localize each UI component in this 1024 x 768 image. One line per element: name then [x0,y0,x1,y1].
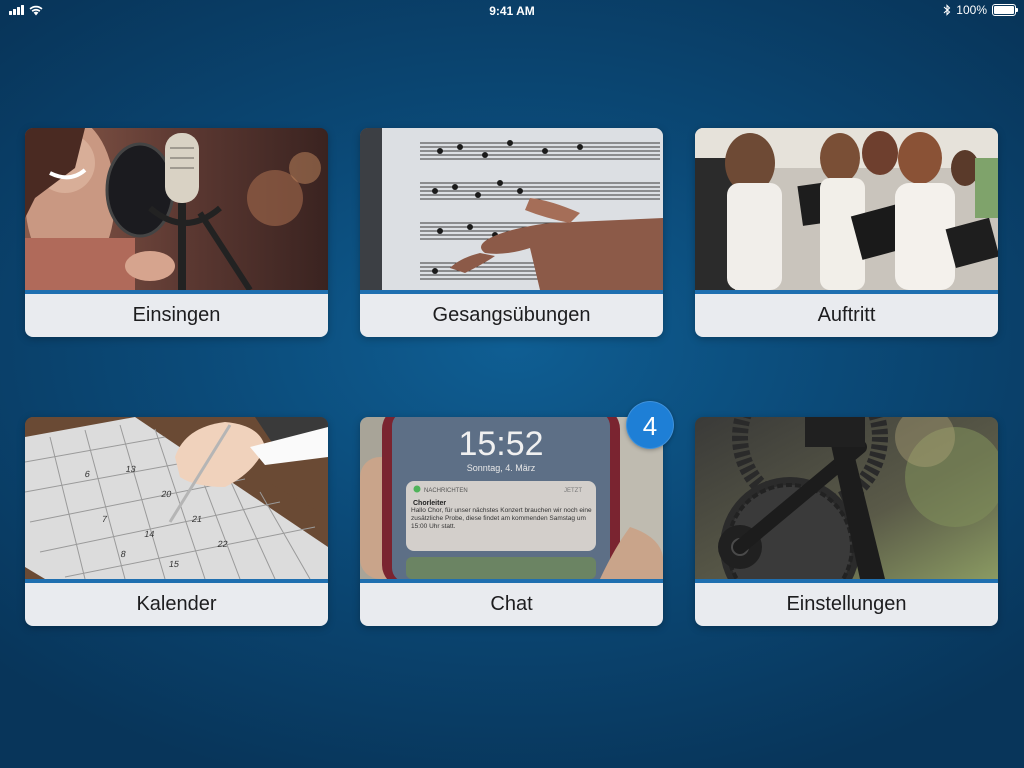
notification-message: Hallo Chor, für unser nächstes Konzert b… [411,507,592,530]
status-time: 9:41 AM [489,4,535,18]
svg-text:20: 20 [161,489,173,499]
tile-kalender[interactable]: 6 13 20 7 14 21 8 15 22 Kalender [25,417,328,626]
bluetooth-icon [943,4,951,16]
lockscreen-time: 15:52 [458,425,543,463]
choir-performance-image [695,128,998,290]
svg-text:13: 13 [125,464,137,474]
tile-label: Auftritt [695,294,998,337]
tile-chat[interactable]: 15:52 Sonntag, 4. März NACHRICHTEN JETZT… [360,417,663,626]
status-bar: 9:41 AM 100% [0,0,1024,22]
phone-notification-image: 15:52 Sonntag, 4. März NACHRICHTEN JETZT… [360,417,663,579]
tile-label: Kalender [25,583,328,626]
svg-text:14: 14 [143,529,155,539]
svg-text:15: 15 [168,559,180,569]
notification-sender: Chorleiter [413,500,446,507]
singer-microphone-image [25,128,328,290]
tile-label: Chat [360,583,663,626]
status-right: 100% [943,3,1018,17]
tile-auftritt[interactable]: Auftritt [695,128,998,337]
battery-percent: 100% [956,3,987,17]
gears-image [695,417,998,579]
notification-time: JETZT [564,488,582,494]
svg-text:21: 21 [191,514,203,524]
chat-unread-badge: 4 [626,401,674,449]
calendar-writing-image: 6 13 20 7 14 21 8 15 22 [25,417,328,579]
svg-text:22: 22 [217,539,229,549]
tile-gesangsuebungen[interactable]: Gesangsübungen [360,128,663,337]
sheet-music-image [360,128,663,290]
notification-app: NACHRICHTEN [424,488,468,494]
battery-icon [992,4,1018,16]
lockscreen-date: Sonntag, 4. März [467,463,536,473]
tile-label: Gesangsübungen [360,294,663,337]
tile-einstellungen[interactable]: Einstellungen [695,417,998,626]
tile-label: Einsingen [25,294,328,337]
tile-einsingen[interactable]: Einsingen [25,128,328,337]
tile-label: Einstellungen [695,583,998,626]
